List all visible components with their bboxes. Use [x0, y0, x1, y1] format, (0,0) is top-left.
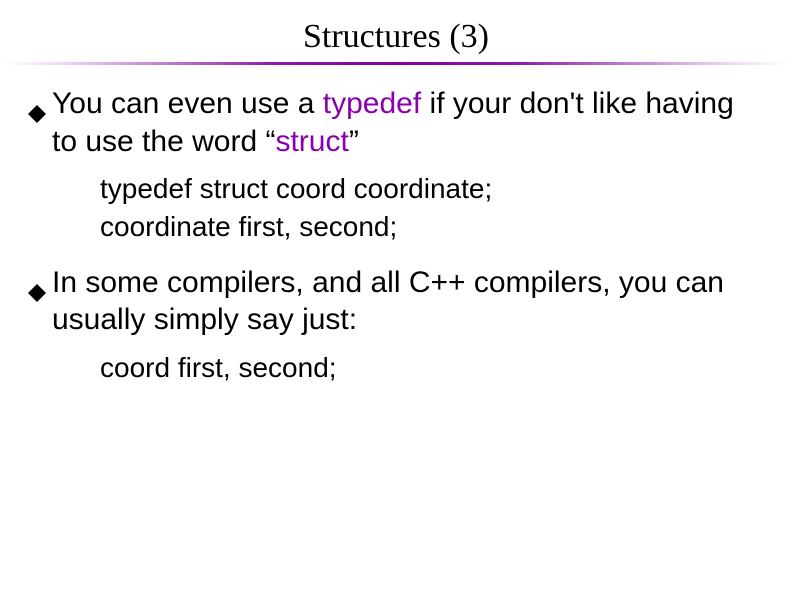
accent-text: struct: [275, 125, 348, 158]
diamond-bullet-icon: [28, 95, 46, 133]
plain-text: In some compilers, and all C++ compilers…: [52, 266, 724, 337]
bullet-line: You can even use a typedef if your don't…: [28, 85, 764, 160]
code-line: coord first, second;: [100, 349, 764, 387]
slide-title: Structures (3): [0, 18, 792, 56]
sub-lines: coord first, second;: [28, 349, 764, 387]
bullet-block: In some compilers, and all C++ compilers…: [28, 264, 764, 387]
plain-text: ”: [349, 125, 359, 158]
slide-content: You can even use a typedef if your don't…: [0, 73, 792, 386]
sub-lines: typedef struct coord coordinate;coordina…: [28, 170, 764, 246]
bullet-block: You can even use a typedef if your don't…: [28, 85, 764, 246]
bullet-line: In some compilers, and all C++ compilers…: [28, 264, 764, 339]
accent-text: typedef: [323, 87, 421, 120]
code-line: coordinate first, second;: [100, 208, 764, 246]
bullet-text: In some compilers, and all C++ compilers…: [52, 264, 764, 339]
code-line: typedef struct coord coordinate;: [100, 170, 764, 208]
bullet-text: You can even use a typedef if your don't…: [52, 85, 764, 160]
plain-text: You can even use a: [52, 87, 323, 120]
title-area: Structures (3): [0, 0, 792, 73]
diamond-bullet-icon: [28, 274, 46, 312]
title-divider: [0, 62, 792, 65]
